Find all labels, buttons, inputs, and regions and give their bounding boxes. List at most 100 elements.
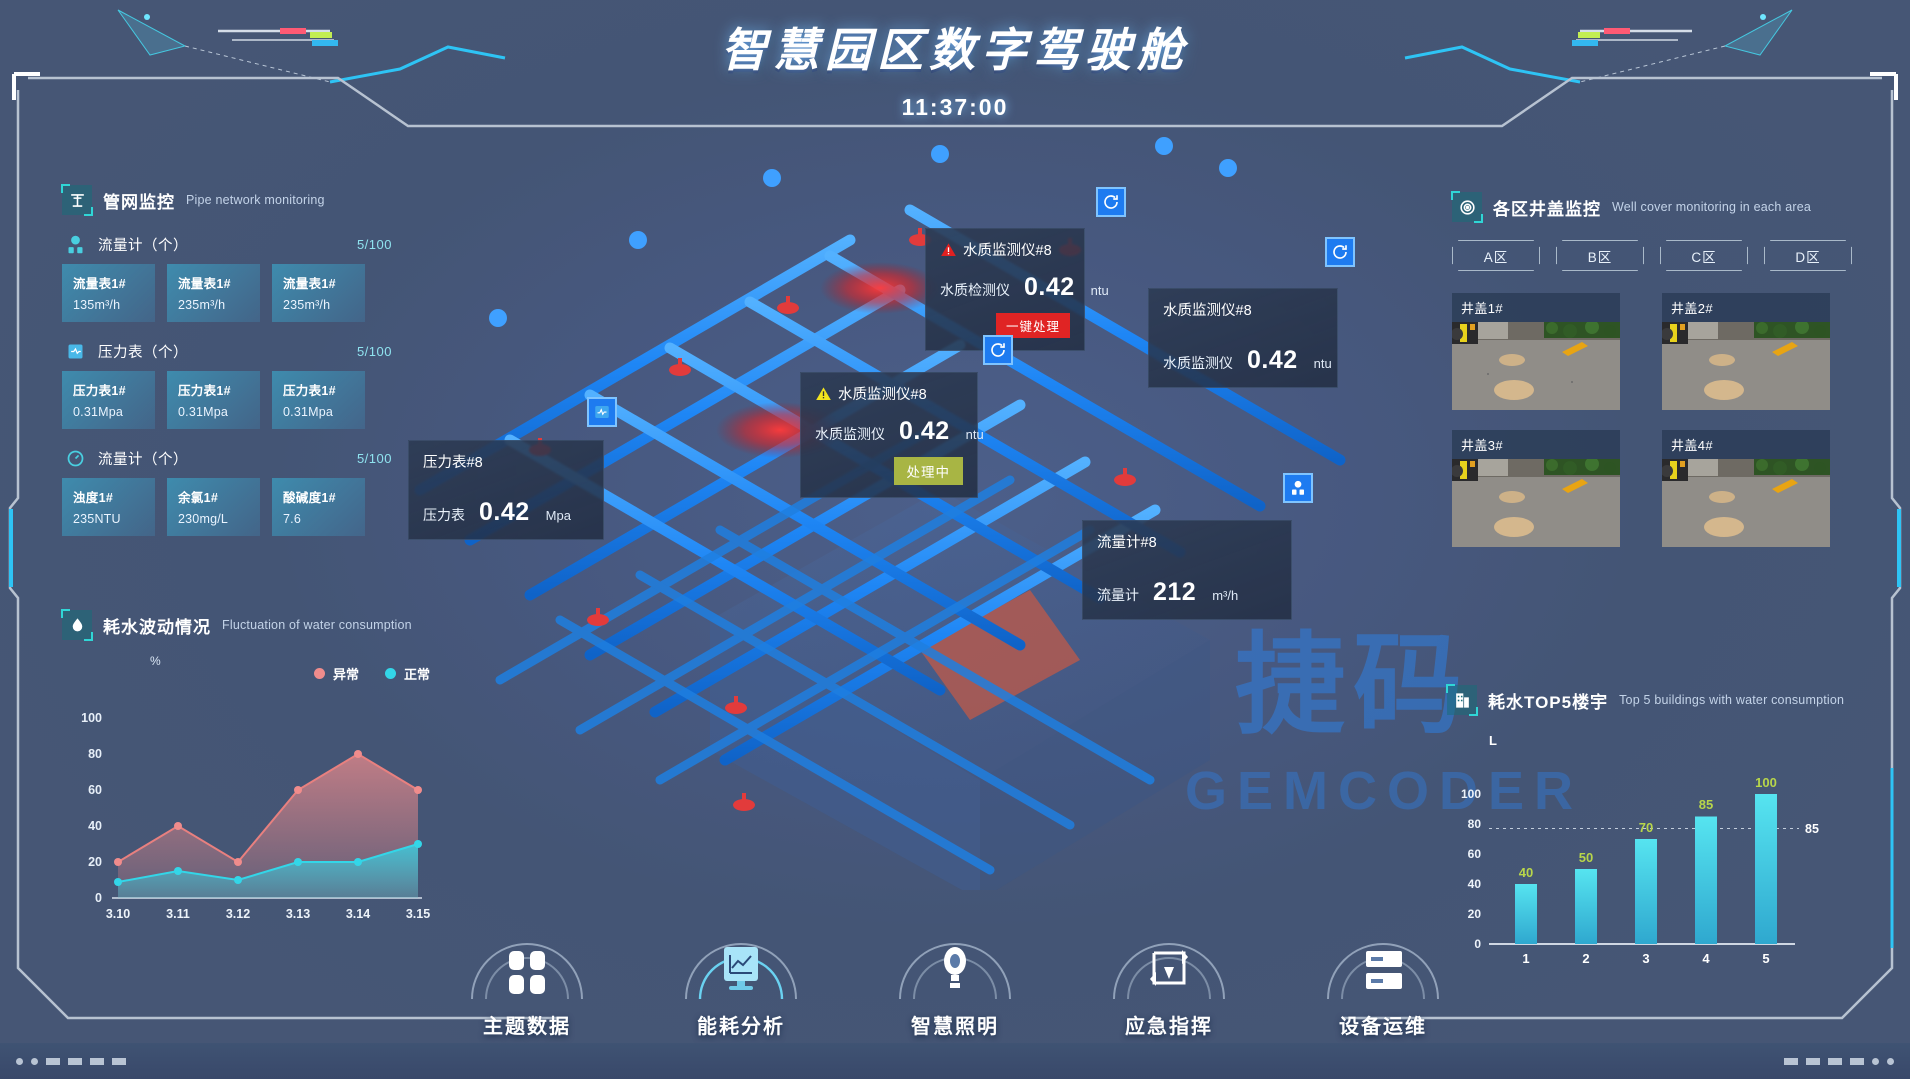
area-tab-c[interactable]: C区 (1660, 240, 1748, 271)
metric-card-value: 0.31Mpa (178, 405, 229, 419)
metric-card-title: 流量表1# (178, 277, 231, 291)
popup-pressure-gauge[interactable]: 压力表#8 压力表 0.42 Mpa (408, 397, 617, 540)
nav-icon-wrap (880, 923, 1030, 1001)
camera-feed[interactable] (1452, 459, 1620, 547)
svg-text:70: 70 (1639, 820, 1653, 835)
nav-label: 应急指挥 (1125, 1016, 1213, 1038)
section-title-cn: 耗水TOP5楼宇 (1488, 692, 1609, 712)
metric-card-value: 235NTU (73, 512, 121, 526)
metric-group-quality: 流量计（个） 5/100 浊度1# 235NTU 余氯1# 230mg/L 酸碱… (62, 445, 392, 536)
camera-tile[interactable]: 井盖2# (1662, 293, 1830, 410)
pressure-badge-icon[interactable] (587, 397, 617, 427)
camera-feed[interactable] (1452, 322, 1620, 410)
dial-gauge-icon (62, 446, 88, 470)
pipe-network-section-header: 管网监控 Pipe network monitoring (61, 184, 392, 216)
flow-badge-icon[interactable] (1283, 473, 1313, 503)
warning-triangle-red-icon (941, 242, 956, 256)
popup-metric-value: 0.42 (1247, 346, 1298, 374)
popup-title: 流量计#8 (1097, 535, 1157, 551)
bottom-strip (0, 1043, 1910, 1079)
camera-tile[interactable]: 井盖1# (1452, 293, 1620, 410)
area-tab-label: A区 (1483, 249, 1509, 265)
nav-item-device-maintenance[interactable]: 设备运维 (1308, 923, 1458, 1039)
svg-text:60: 60 (88, 783, 102, 797)
popup-metric-unit: ntu (965, 427, 984, 442)
metric-card-title: 酸碱度1# (283, 491, 336, 505)
nav-item-smart-lighting[interactable]: 智慧照明 (880, 923, 1030, 1039)
well-cover-section-header: 各区井盖监控 Well cover monitoring in each are… (1451, 191, 1852, 223)
legend-label-normal: 正常 (403, 667, 430, 682)
popup-water-quality-processing[interactable]: 水质监测仪#8 水质监测仪 0.42 ntu 处理中 (800, 335, 1013, 498)
metric-card[interactable]: 流量表1# 235m³/h (272, 264, 365, 322)
popup-metric-value: 212 (1153, 578, 1197, 606)
nav-item-energy-analysis[interactable]: 能耗分析 (666, 923, 816, 1039)
metric-card-value: 0.31Mpa (283, 405, 334, 419)
refresh-icon[interactable] (1096, 187, 1126, 217)
svg-text:50: 50 (1579, 850, 1593, 865)
camera-label: 井盖4# (1662, 430, 1830, 459)
camera-tile[interactable]: 井盖3# (1452, 430, 1620, 547)
area-tab-b[interactable]: B区 (1556, 240, 1644, 271)
metric-card-title: 压力表1# (73, 384, 126, 398)
dot (112, 1058, 126, 1065)
metric-card[interactable]: 浊度1# 235NTU (62, 478, 155, 536)
area-tab-label: B区 (1587, 249, 1613, 265)
water-section-title-en: Fluctuation of water consumption (222, 618, 412, 632)
camera-feed[interactable] (1662, 322, 1830, 410)
water-drop-icon (61, 609, 93, 641)
metric-card[interactable]: 流量表1# 135m³/h (62, 264, 155, 322)
water-section-title-cn: 耗水波动情况 (103, 617, 211, 637)
dot (16, 1058, 23, 1065)
area-tab-d[interactable]: D区 (1764, 240, 1852, 271)
dot (1828, 1058, 1842, 1065)
metric-card[interactable]: 余氯1# 230mg/L (167, 478, 260, 536)
svg-text:40: 40 (1519, 865, 1533, 880)
metric-card[interactable]: 流量表1# 235m³/h (167, 264, 260, 322)
well-cover-camera-grid: 井盖1# 井盖2# 井盖3# 井盖4# (1452, 293, 1852, 547)
dot (31, 1058, 38, 1065)
metric-card-title: 流量表1# (73, 277, 126, 291)
metric-card-value: 230mg/L (178, 512, 229, 526)
legend-item-normal[interactable]: 正常 (384, 664, 430, 683)
camera-feed[interactable] (1662, 459, 1830, 547)
svg-text:40: 40 (88, 819, 102, 833)
legend-item-abnormal[interactable]: 异常 (313, 664, 359, 683)
metric-group-label: 流量计（个） (98, 451, 188, 468)
refresh-icon[interactable] (983, 335, 1013, 365)
legend-label-abnormal: 异常 (332, 667, 359, 682)
dot (1806, 1058, 1820, 1065)
svg-text:40: 40 (1468, 877, 1482, 891)
popup-flow-meter[interactable]: 流量计#8 流量计 212 m³/h (1082, 473, 1313, 620)
nav-item-emergency-command[interactable]: 应急指挥 (1094, 923, 1244, 1039)
metric-card[interactable]: 压力表1# 0.31Mpa (62, 371, 155, 429)
processing-button[interactable]: 处理中 (893, 457, 963, 485)
bar-chart-ylabel: L (1489, 733, 1497, 748)
popup-metric-unit: m³/h (1212, 588, 1239, 603)
warning-triangle-yellow-icon (816, 386, 831, 400)
bottom-navigation: 主题数据 能耗分析 智慧照明 应急指挥 设备运维 (0, 899, 1910, 1039)
metric-card-value: 0.31Mpa (73, 405, 124, 419)
refresh-icon[interactable] (1325, 237, 1355, 267)
metric-card-title: 余氯1# (178, 491, 219, 505)
chart-monitor-icon (724, 947, 758, 990)
top5-section-header: 耗水TOP5楼宇 Top 5 buildings with water cons… (1446, 684, 1867, 716)
camera-tile[interactable]: 井盖4# (1662, 430, 1830, 547)
nav-item-theme-data[interactable]: 主题数据 (452, 923, 602, 1039)
svg-text:80: 80 (88, 747, 102, 761)
popup-title-row: 压力表#8 (423, 451, 589, 472)
area-tab-a[interactable]: A区 (1452, 240, 1540, 271)
section-title-en: Top 5 buildings with water consumption (1619, 693, 1845, 707)
popup-title: 水质监测仪#8 (838, 387, 927, 403)
popup-water-quality-alarm[interactable]: 水质监测仪#8 水质检测仪 0.42 ntu 一键处理 (925, 187, 1126, 351)
nav-label: 设备运维 (1339, 1016, 1427, 1038)
metric-card[interactable]: 酸碱度1# 7.6 (272, 478, 365, 536)
nav-icon-wrap (452, 923, 602, 1001)
dot (1887, 1058, 1894, 1065)
metric-card[interactable]: 压力表1# 0.31Mpa (272, 371, 365, 429)
svg-text:60: 60 (1468, 847, 1482, 861)
svg-text:100: 100 (1755, 775, 1777, 790)
popup-title-row: 流量计#8 (1097, 531, 1277, 552)
popup-water-quality-normal[interactable]: 水质监测仪#8 水质监测仪 0.42 ntu (1148, 237, 1355, 388)
metric-card[interactable]: 压力表1# 0.31Mpa (167, 371, 260, 429)
metric-card-value: 235m³/h (178, 298, 226, 312)
